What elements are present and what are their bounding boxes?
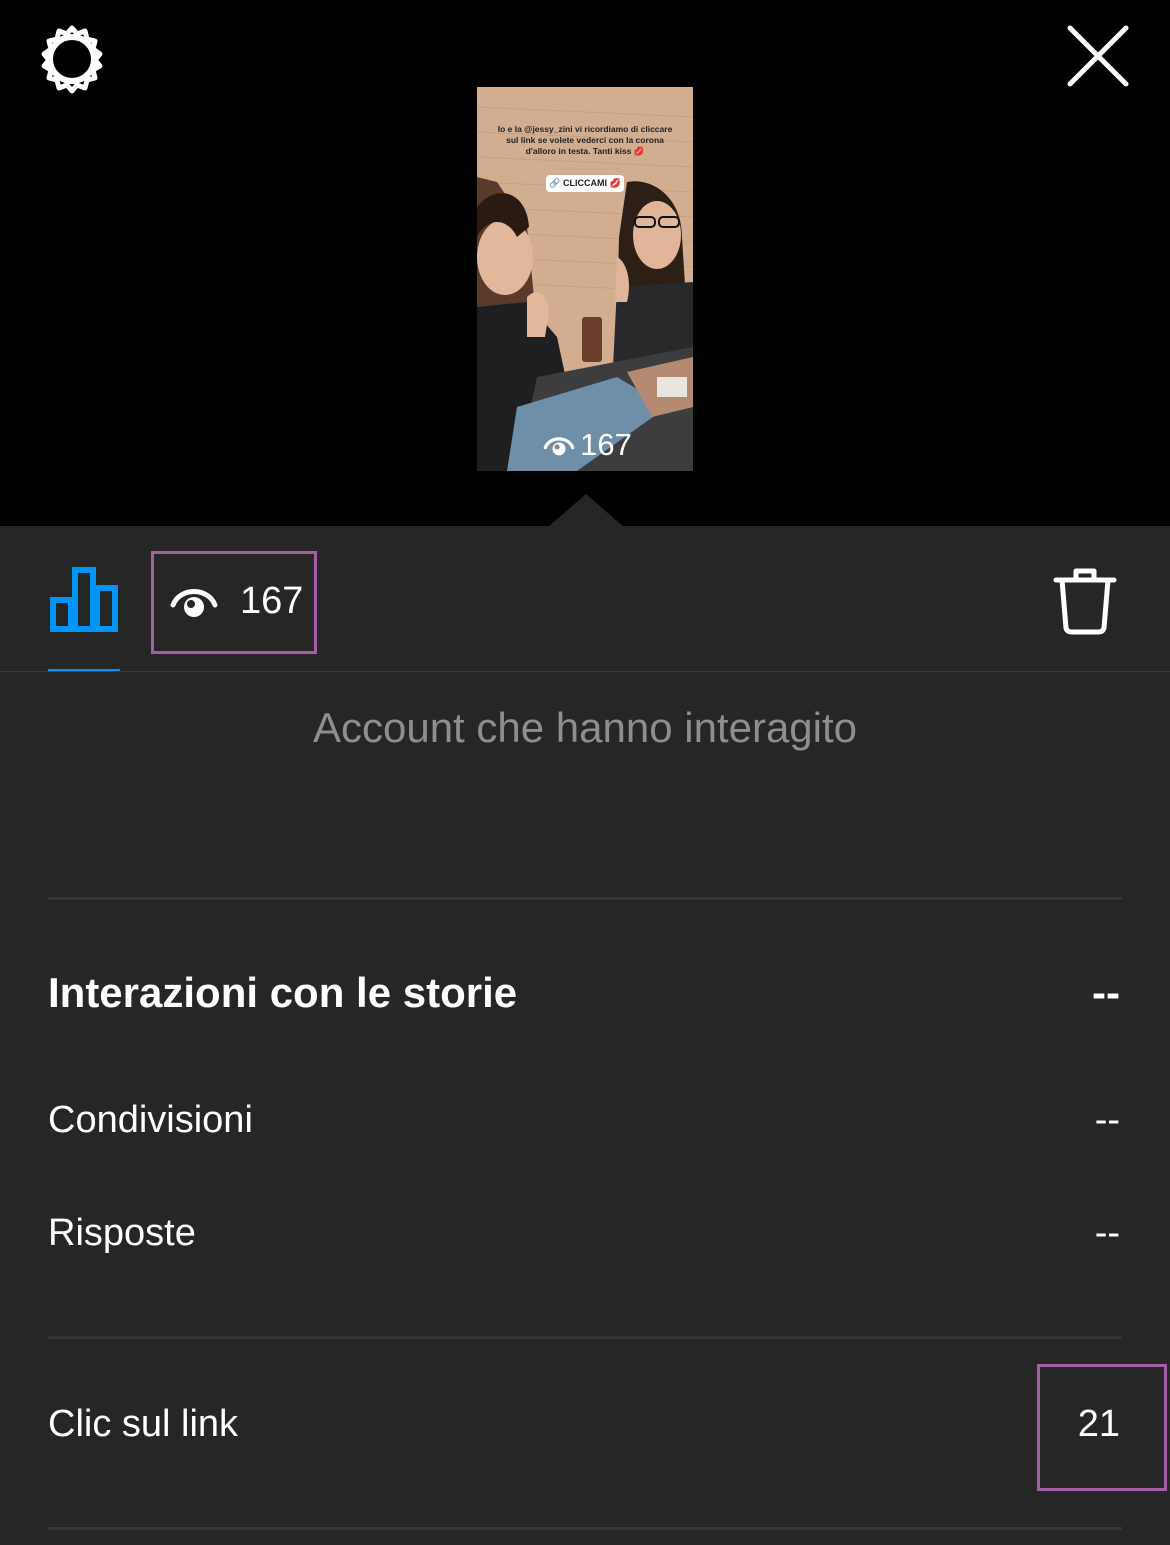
story-caption: Io e la @jessy_zini vi ricordiamo di cli… [497, 124, 673, 156]
replies-label: Risposte [48, 1212, 196, 1254]
tabs-divider [0, 671, 1170, 672]
link-clicks-highlight [1037, 1364, 1167, 1491]
section-divider [48, 1336, 1122, 1339]
eye-icon [170, 589, 218, 617]
shares-value: -- [1094, 1099, 1120, 1141]
interactions-total: -- [1092, 969, 1120, 1016]
story-views-label: 167 [580, 427, 632, 462]
link-clicks-label: Clic sul link [48, 1403, 239, 1445]
trash-icon[interactable] [1052, 566, 1118, 636]
bar-chart-icon[interactable] [48, 566, 120, 632]
story-view-count: 167 [537, 427, 637, 463]
story-thumbnail[interactable]: Io e la @jessy_zini vi ricordiamo di cli… [477, 87, 693, 471]
gear-icon[interactable] [36, 22, 108, 94]
interactions-title: Interazioni con le storie [48, 969, 518, 1016]
link-sticker[interactable]: 🔗 CLICCAMI 💋 [546, 175, 624, 192]
eye-icon [543, 437, 575, 456]
shares-label: Condivisioni [48, 1099, 253, 1141]
story-preview-area: Io e la @jessy_zini vi ricordiamo di cli… [0, 0, 1170, 526]
accounts-interacted-title: Account che hanno interagito [312, 704, 858, 751]
viewers-tab[interactable]: 167 [151, 551, 317, 654]
story-pointer [548, 494, 624, 527]
viewers-count: 167 [240, 580, 304, 622]
close-icon[interactable] [1062, 20, 1134, 92]
section-divider [48, 897, 1122, 900]
replies-value: -- [1094, 1212, 1120, 1254]
section-divider [48, 1527, 1122, 1530]
